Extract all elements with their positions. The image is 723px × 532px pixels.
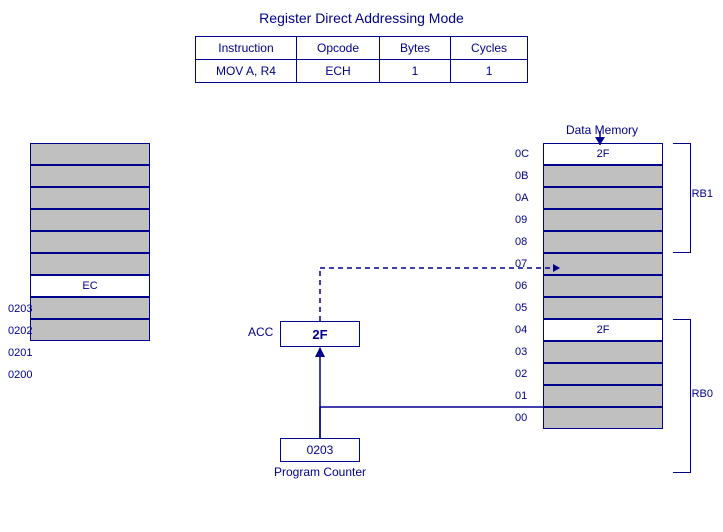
instruction-table: Instruction Opcode Bytes Cycles MOV A, R… [195, 36, 528, 83]
col-header-cycles: Cycles [451, 37, 528, 60]
col-header-bytes: Bytes [380, 37, 451, 60]
instruction-table-container: Instruction Opcode Bytes Cycles MOV A, R… [0, 36, 723, 83]
cell-opcode: ECH [296, 60, 379, 83]
arrows-svg [0, 93, 723, 483]
diagram: EC 0203 0202 0201 0200 ACC 2F 0203 Progr… [0, 93, 723, 483]
col-header-opcode: Opcode [296, 37, 379, 60]
cell-bytes: 1 [380, 60, 451, 83]
page-title: Register Direct Addressing Mode [0, 0, 723, 26]
cell-cycles: 1 [451, 60, 528, 83]
cell-instruction: MOV A, R4 [195, 60, 296, 83]
col-header-instruction: Instruction [195, 37, 296, 60]
